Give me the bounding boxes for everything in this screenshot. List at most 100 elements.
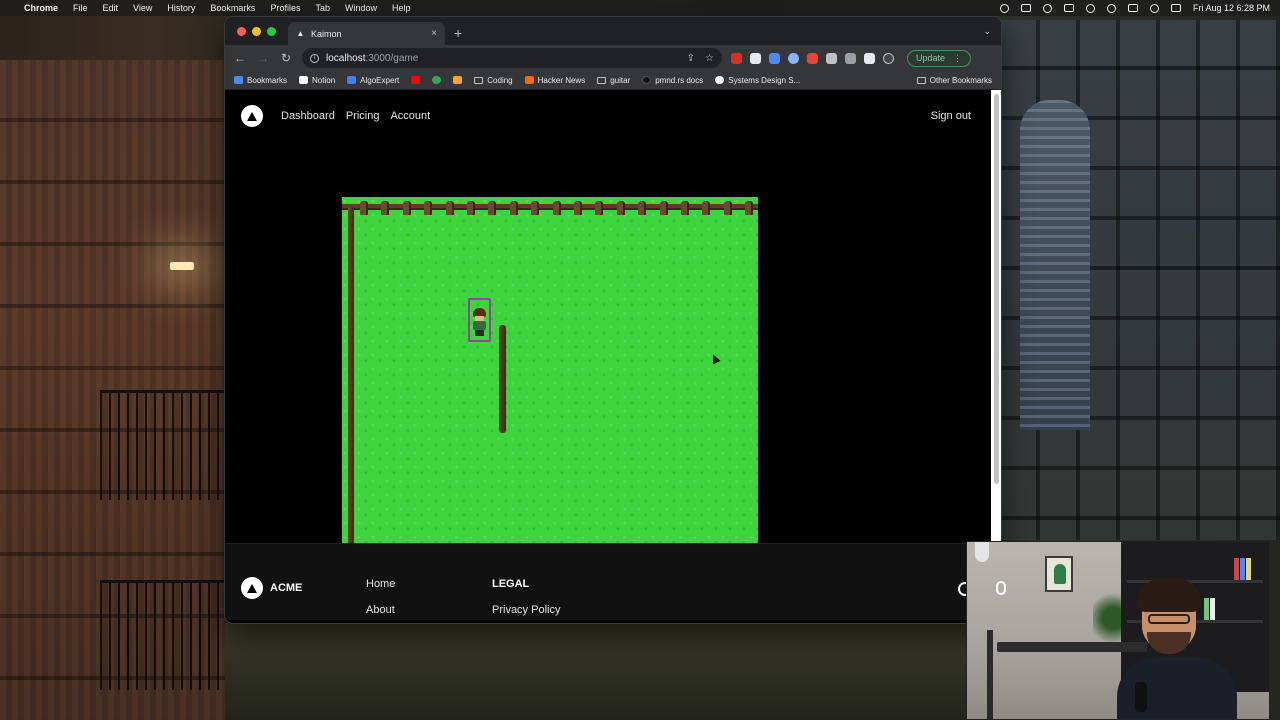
- fence-post: [531, 201, 540, 215]
- macos-menu-bar: Chrome File Edit View History Bookmarks …: [0, 0, 1280, 16]
- battery-icon[interactable]: [1063, 4, 1074, 12]
- site-header: Dashboard Pricing Account Sign out: [241, 104, 971, 128]
- menu-bookmarks[interactable]: Bookmarks: [210, 3, 255, 13]
- bookmark-coding-folder[interactable]: Coding: [474, 76, 513, 85]
- menu-profiles[interactable]: Profiles: [270, 3, 300, 13]
- game-canvas[interactable]: [342, 197, 758, 543]
- calendar-extension-icon[interactable]: [769, 52, 780, 64]
- reload-button[interactable]: ↻: [279, 51, 293, 65]
- footer-link-about[interactable]: About: [366, 604, 395, 616]
- fence-post: [381, 201, 390, 215]
- presenter-hair: [1137, 578, 1201, 612]
- puzzle-extensions-icon[interactable]: [826, 52, 837, 64]
- flag-icon[interactable]: [1127, 4, 1138, 12]
- play-icon[interactable]: [1042, 3, 1052, 13]
- other-bookmarks-folder[interactable]: Other Bookmarks: [916, 76, 992, 85]
- back-button[interactable]: ←: [233, 51, 247, 65]
- fence-left: [348, 207, 354, 543]
- side-panel-icon[interactable]: [864, 52, 875, 64]
- close-tab-icon[interactable]: ×: [431, 28, 437, 39]
- menu-edit[interactable]: Edit: [103, 3, 119, 13]
- footer-link-home[interactable]: Home: [366, 578, 395, 590]
- menu-help[interactable]: Help: [392, 3, 411, 13]
- bookmarks-bar: Bookmarks Notion AlgoExpert Coding Hacke…: [225, 71, 1001, 90]
- bookmark-chrome-web[interactable]: [432, 76, 442, 84]
- fence-post: [488, 201, 497, 215]
- scrollbar-thumb[interactable]: [994, 94, 999, 484]
- menu-file[interactable]: File: [73, 3, 88, 13]
- bookmark-label: Systems Design S...: [728, 75, 801, 85]
- menu-tab[interactable]: Tab: [315, 3, 330, 13]
- bookmark-slash[interactable]: [453, 76, 463, 84]
- forward-button[interactable]: →: [256, 51, 270, 65]
- address-bar[interactable]: i localhost:3000/game ⇪ ☆: [302, 48, 722, 68]
- bookmark-guitar-folder[interactable]: guitar: [597, 76, 630, 85]
- menubar-datetime[interactable]: Fri Aug 12 6:28 PM: [1193, 3, 1270, 13]
- share-icon[interactable]: ⇪: [687, 53, 695, 64]
- bookmark-star-icon[interactable]: ☆: [705, 53, 714, 64]
- notion-extension-icon[interactable]: [750, 52, 761, 64]
- nav-link-account[interactable]: Account: [390, 110, 430, 122]
- player-character: [468, 298, 491, 342]
- record-icon[interactable]: [999, 3, 1009, 13]
- notion-icon: [299, 76, 309, 84]
- bookmark-hacker-news[interactable]: Hacker News: [524, 75, 586, 85]
- bookmark-systems-design[interactable]: Systems Design S...: [715, 76, 800, 85]
- wall-poster: [1045, 556, 1073, 592]
- wifi-icon[interactable]: [1106, 3, 1116, 13]
- spotlight-icon[interactable]: [1149, 3, 1159, 13]
- acme-logo-icon: [241, 577, 263, 599]
- youtube-icon: [411, 76, 421, 84]
- chrome-window: ▲ Kaimon × + ⌄ ← → ↻ i localhost:3000/ga…: [225, 17, 1001, 623]
- piano-keyboard: [997, 642, 1147, 652]
- menu-window[interactable]: Window: [345, 3, 377, 13]
- site-nav-links: Dashboard Pricing Account: [281, 110, 430, 122]
- site-info-icon[interactable]: i: [310, 53, 319, 63]
- bookmark-pmndrs[interactable]: pmnd.rs docs: [642, 76, 703, 85]
- menu-view[interactable]: View: [133, 3, 152, 13]
- circle-extension-icon[interactable]: [788, 52, 799, 64]
- profile-avatar-icon[interactable]: [883, 52, 894, 64]
- nav-link-dashboard[interactable]: Dashboard: [281, 110, 335, 122]
- bookmark-label: Hacker News: [537, 75, 586, 85]
- control-center-icon[interactable]: [1170, 4, 1181, 12]
- bookmark-notion[interactable]: Notion: [299, 76, 335, 85]
- bookmark-youtube[interactable]: [411, 76, 421, 84]
- acme-logo-icon[interactable]: [241, 105, 263, 127]
- fence-post: [509, 201, 518, 215]
- tab-strip: ▲ Kaimon × + ⌄: [225, 17, 1001, 45]
- wallpaper-building-left: [0, 60, 225, 720]
- bookmark-bookmarks[interactable]: Bookmarks: [234, 76, 287, 85]
- adblock-extension-icon[interactable]: [731, 52, 742, 64]
- chrome-web-icon: [432, 76, 442, 84]
- fence-post: [616, 201, 625, 215]
- tab-search-icon[interactable]: ⌄: [983, 26, 991, 37]
- presenter-glasses: [1148, 614, 1190, 624]
- tab-title: Kaimon: [311, 28, 342, 39]
- tab-kaimon[interactable]: ▲ Kaimon ×: [288, 22, 445, 45]
- url-host: localhost: [326, 52, 366, 64]
- app-status-icon[interactable]: [1020, 4, 1031, 12]
- page-scrollbar[interactable]: [991, 90, 1001, 543]
- reading-list-icon[interactable]: [845, 52, 856, 64]
- bookmark-algoexpert[interactable]: AlgoExpert: [347, 76, 399, 85]
- signout-link[interactable]: Sign out: [931, 110, 971, 122]
- bookmark-label: pmnd.rs docs: [655, 75, 704, 85]
- menu-chrome[interactable]: Chrome: [24, 3, 58, 13]
- red-extension-icon[interactable]: [807, 52, 818, 64]
- footer-link-privacy[interactable]: Privacy Policy: [492, 604, 560, 616]
- footer-brand-name: ACME: [270, 582, 303, 594]
- bluetooth-icon[interactable]: [1085, 3, 1095, 13]
- footer-brand[interactable]: ACME: [241, 577, 302, 599]
- new-tab-button[interactable]: +: [454, 25, 462, 41]
- update-button[interactable]: Update ⋮: [907, 49, 972, 67]
- menu-history[interactable]: History: [167, 3, 195, 13]
- wallpaper-balcony: [100, 580, 225, 690]
- kebab-menu-icon[interactable]: ⋮: [953, 53, 962, 64]
- nav-link-pricing[interactable]: Pricing: [346, 110, 380, 122]
- microphone-icon: [1135, 682, 1147, 712]
- minimize-window-button[interactable]: [252, 27, 261, 36]
- fence-post: [402, 201, 411, 215]
- close-window-button[interactable]: [237, 27, 246, 36]
- maximize-window-button[interactable]: [267, 27, 276, 36]
